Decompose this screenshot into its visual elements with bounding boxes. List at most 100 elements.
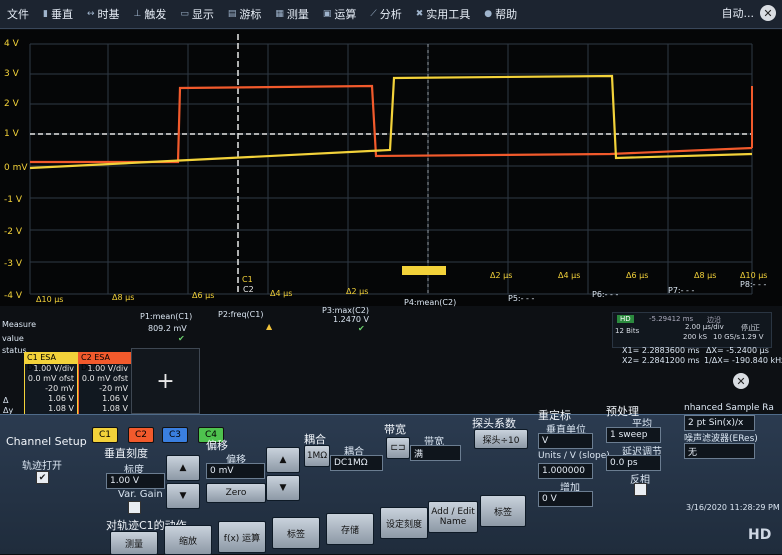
x-tick-label: Δ10 μs [740,271,767,280]
acquisition-status[interactable]: HD -5.29412 ms 边沿 12 Bits 2.00 μs/div 20… [612,312,772,348]
p5-label[interactable]: P5:- - - [508,294,534,303]
menu-item-measure[interactable]: ▦ 测量 [268,0,316,28]
menu-item-cursor[interactable]: ▤ 游标 [221,0,269,28]
p8-label[interactable]: P8:- - - [740,280,766,289]
p7-label[interactable]: P7:- - - [668,286,694,295]
coupling-button[interactable]: 1MΩ [304,445,330,467]
y-axis-labels: 4 V 3 V 2 V 1 V 0 mV -1 V -2 V -3 V -4 V [4,39,28,301]
y-tick-label: 2 V [4,99,20,109]
cursor-label-c2: C2 [243,285,254,294]
timebase-icon: ↔ [86,9,95,19]
channel-card-c1[interactable]: C1 ESA DC1M 1.00 V/div 0.0 mV ofst -20 m… [24,352,78,416]
deskew-field[interactable]: 0.0 ps [606,455,661,471]
zero-button[interactable]: Zero [206,483,266,503]
y-tick-label: -3 V [4,259,23,269]
label-action-button[interactable]: 标签 [272,517,320,549]
y-tick-label: 4 V [4,39,20,49]
menu-item-trigger[interactable]: ⊥ 触发 [127,0,174,28]
cursor-label-c1: C1 [242,275,253,284]
x-tick-label: Δ8 μs [112,293,134,302]
p3-value: 1.2470 V [333,315,370,324]
probe-attenuation-button[interactable]: 探头÷10 [474,429,528,449]
menu-item-analysis[interactable]: ⟋ 分析 [363,0,408,28]
sample-count: 200 kS [683,333,708,341]
trigger-marker[interactable] [402,266,446,275]
math-action-button[interactable]: f(x) 运算 [218,521,266,553]
slope-field[interactable]: 1.000000 [538,463,593,479]
channel-card-row: 1.00 V/div [87,364,128,373]
menu-item-help[interactable]: ● 帮助 [477,0,524,28]
slope-label: Units / V (slope) [538,451,610,461]
set-scale-action-button[interactable]: 设定刻度 [380,507,428,539]
measure-action-button[interactable]: 测量 [110,531,158,555]
cursor-x2: X2= 2.2841200 ms [622,356,700,365]
p4-label[interactable]: P4:mean(C2) [404,298,456,307]
var-gain-checkbox[interactable] [128,501,141,514]
add-channel-button[interactable]: + [131,348,200,414]
offset-field[interactable]: 0 mV [206,463,265,479]
channel-card-row: 1.08 V [48,404,74,413]
waveform-c1 [29,74,753,170]
x-tick-label: Δ2 μs [346,287,368,296]
auto-label[interactable]: 自动... [722,5,755,21]
bandwidth-icon[interactable]: ⊏⊐ [386,437,410,459]
menu-item-utilities[interactable]: ✖ 实用工具 [409,0,478,28]
noise-filter-field[interactable]: 无 [684,443,755,459]
y-tick-label: -2 V [4,227,23,237]
scale-up-button[interactable]: ▲ [166,455,200,481]
label-button[interactable]: 标签 [480,495,526,527]
menu-item-math[interactable]: ▣ 运算 [316,0,364,28]
p1-value: 809.2 mV [148,324,187,333]
tab-c2[interactable]: C2 [128,427,154,443]
channel-card-row: 1.00 V/div [33,364,74,373]
delta-label: Δ [3,396,9,405]
y-tick-label: -1 V [4,195,23,205]
enhanced-sample-field[interactable]: 2 pt Sin(x)/x [684,415,755,431]
close-icon[interactable]: ✕ [760,5,776,21]
menu-item-file[interactable]: 文件 [0,0,36,28]
tb-delay: -5.29412 ms [649,315,694,323]
x-tick-label: Δ6 μs [626,271,648,280]
trace-on-checkbox[interactable]: ✔ [36,471,49,484]
zoom-action-button[interactable]: 缩放 [164,525,212,555]
add-field[interactable]: 0 V [538,491,593,507]
offset-down-button[interactable]: ▼ [266,475,300,501]
x-tick-label: Δ2 μs [490,271,512,280]
p6-label[interactable]: P6:- - - [592,290,618,299]
scale-field[interactable]: 1.00 V [106,473,165,489]
menu-item-timebase[interactable]: ↔ 时基 [80,0,127,28]
channel-card-c2[interactable]: C2 ESA DC1M 1.00 V/div 0.0 mV ofst -20 m… [78,352,132,416]
menu-item-vertical[interactable]: ▮ 垂直 [36,0,80,28]
var-gain-label: Var. Gain [118,489,163,500]
tab-c3[interactable]: C3 [162,427,188,443]
channel-card-row: 0.0 mV ofst [81,374,128,383]
menu-item-display[interactable]: ▭ 显示 [173,0,221,28]
x-tick-label: Δ6 μs [192,291,214,300]
scale-down-button[interactable]: ▼ [166,483,200,509]
bandwidth-field[interactable]: 满 [410,445,461,461]
cursor-inv-dx: 1/ΔX= -190.840 kHz [704,356,782,365]
average-field[interactable]: 1 sweep [606,427,661,443]
invert-checkbox[interactable] [634,483,647,496]
coupling-field[interactable]: DC1MΩ [330,455,383,471]
p2-label[interactable]: P2:freq(C1) [218,310,263,319]
store-action-button[interactable]: 存储 [326,513,374,545]
offset-up-button[interactable]: ▲ [266,447,300,473]
waveform-display[interactable]: C1 C2 4 V 3 V 2 V 1 V 0 mV -1 V -2 V -3 V -4 V Δ… [0,30,782,306]
utilities-icon: ✖ [415,9,424,19]
dialog-close-icon[interactable]: ✕ [733,373,749,389]
trace-on-label: 轨迹打开 [22,461,62,472]
units-field[interactable]: V [538,433,593,449]
y-tick-label: 1 V [4,129,20,139]
tab-c1[interactable]: C1 [92,427,118,443]
x-tick-label: Δ4 μs [270,289,292,298]
p1-label[interactable]: P1:mean(C1) [140,312,192,321]
p3-label[interactable]: P3:max(C2) [322,306,369,315]
hd-badge: HD [617,315,634,323]
trig-mode: 正 [753,324,760,332]
add-edit-name-button[interactable]: Add / Edit Name [428,501,478,533]
channel-card-row: 0.0 mV ofst [27,374,74,383]
bit-depth: 12 Bits [615,327,640,335]
channel-setup-dialog: Channel Setup C1 C2 C3 C4 轨迹打开 ✔ 垂直刻度 标度… [0,403,782,555]
dialog-title: Channel Setup [6,435,87,448]
